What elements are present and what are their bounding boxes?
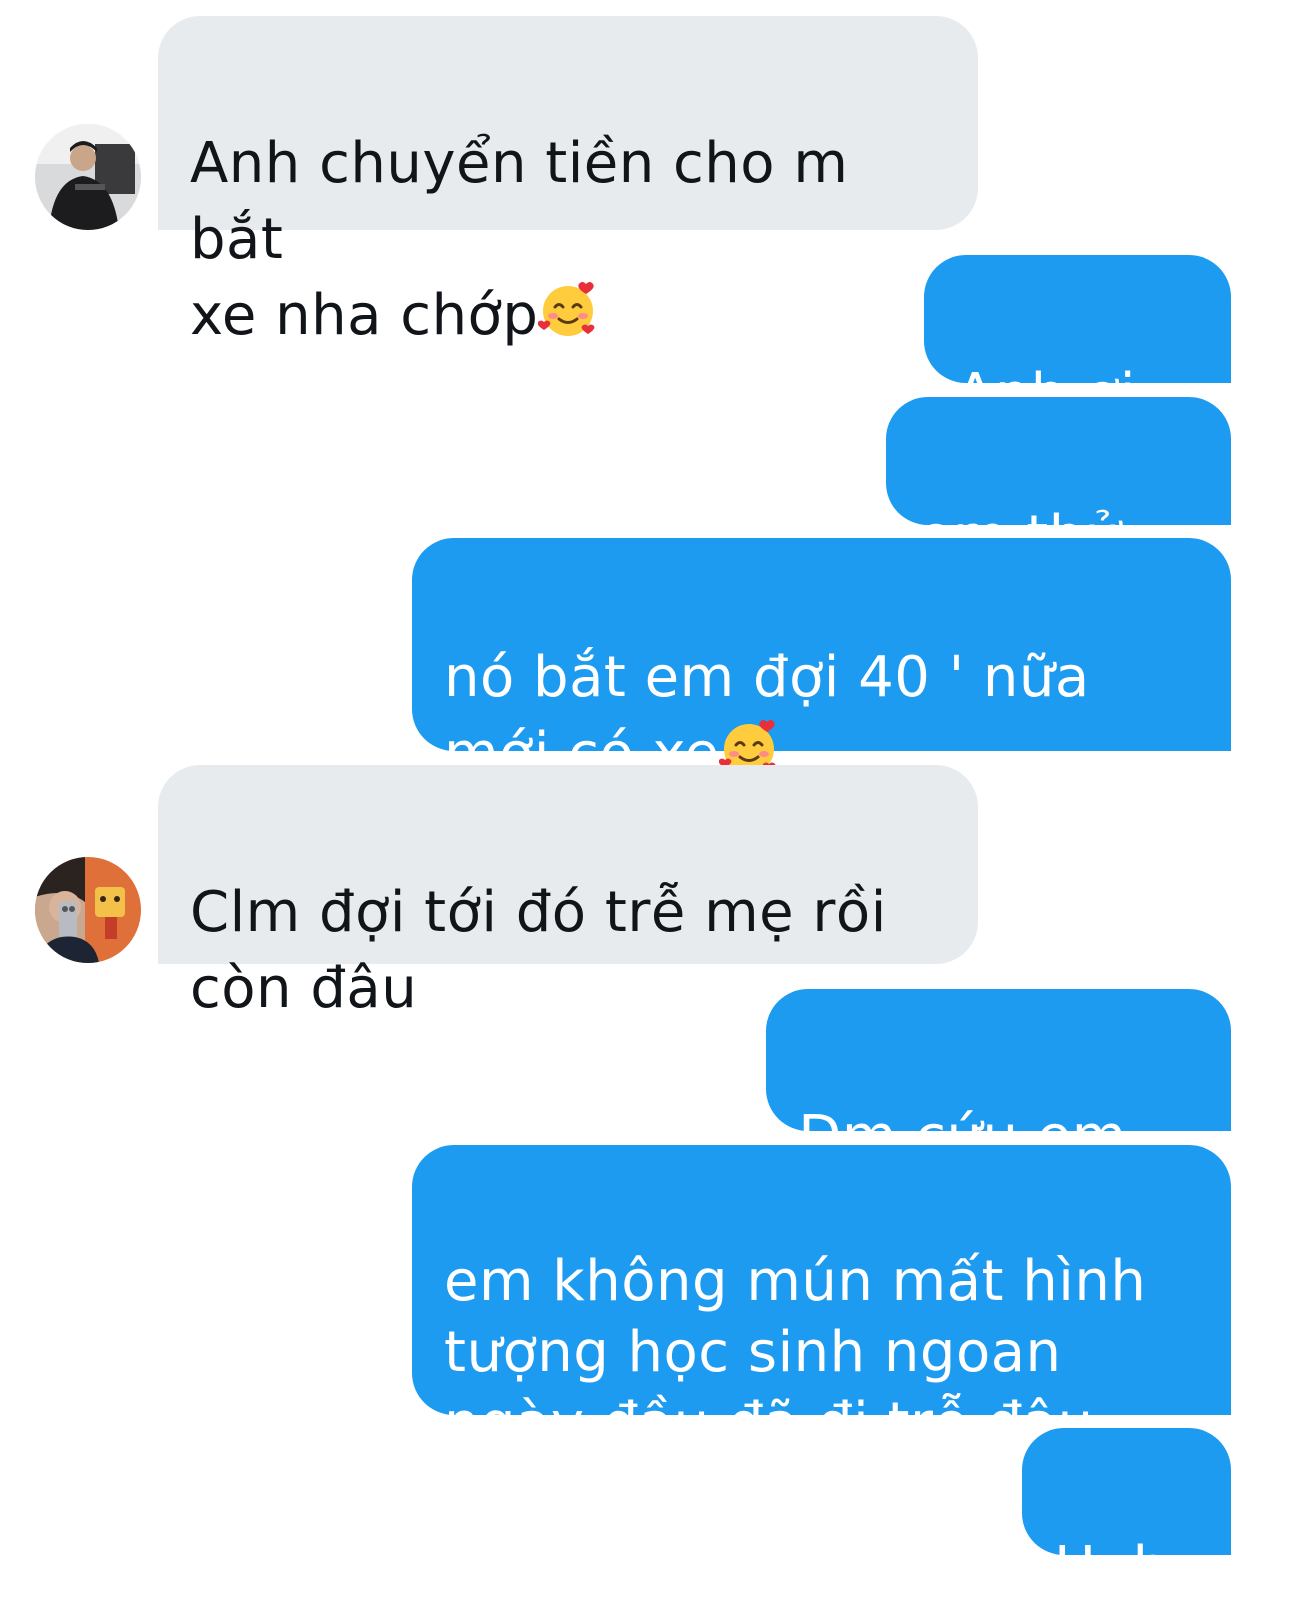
message-bubble-outgoing[interactable]: Huhu <box>1022 1428 1231 1600</box>
message-bubble-outgoing[interactable]: Đm cứu em <box>766 989 1231 1233</box>
message-text: em không mún mất hình tượng học sinh ngo… <box>444 1249 1147 1456</box>
message-text: Anh chuyển tiền cho m bắt xe nha chớp <box>190 131 849 348</box>
message-bubble-incoming[interactable]: Clm đợi tới đó trễ mẹ rồi còn đâu <box>158 765 978 1021</box>
message-bubble-incoming[interactable]: Anh chuyển tiền cho m bắt xe nha chớp <box>158 16 978 348</box>
message-bubble-outgoing[interactable]: nó bắt em đợi 40 ' nữa mới có xe <box>412 538 1231 786</box>
message-bubble-outgoing[interactable]: em thử rồi <box>886 397 1231 645</box>
sender-avatar[interactable] <box>35 857 141 963</box>
sender-avatar[interactable] <box>35 124 141 230</box>
message-text: Huhu <box>1054 1535 1205 1600</box>
smiling-face-with-hearts-icon <box>537 280 598 360</box>
message-bubble-outgoing[interactable]: Anh ơi ... <box>924 255 1231 503</box>
message-bubble-outgoing[interactable]: em không mún mất hình tượng học sinh ngo… <box>412 1145 1231 1456</box>
